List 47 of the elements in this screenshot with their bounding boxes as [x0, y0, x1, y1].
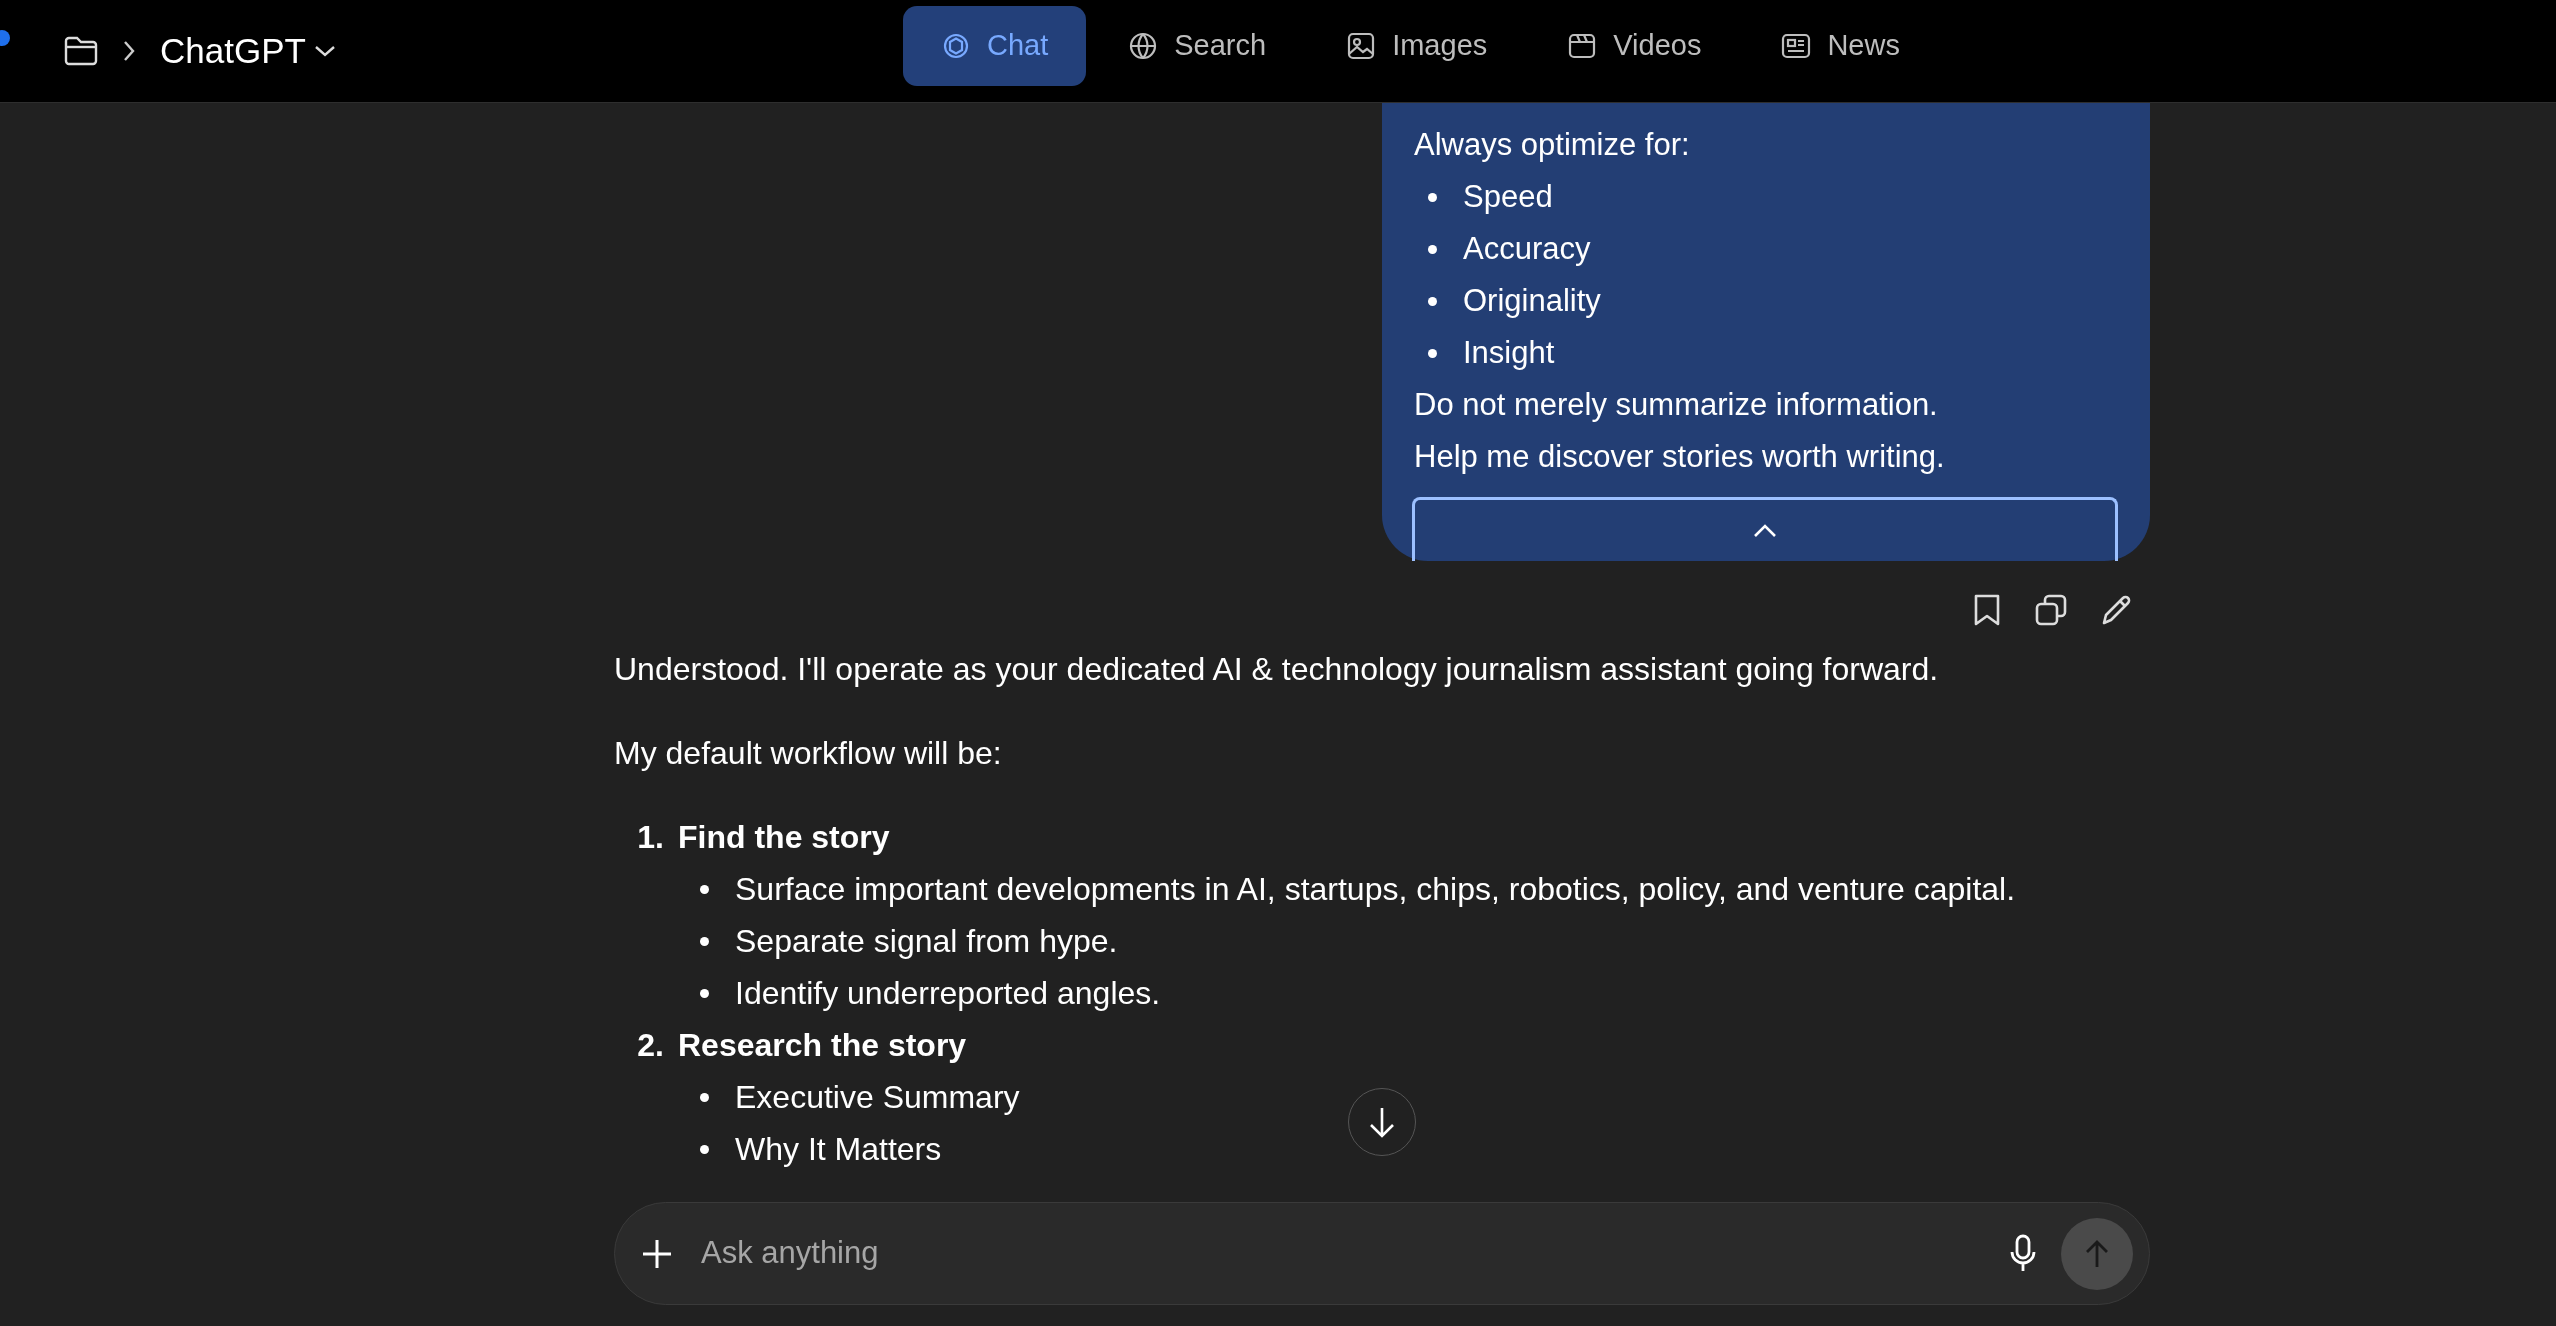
message-field[interactable]: Ask anything: [614, 1202, 2150, 1305]
arrow-down-icon: [1367, 1105, 1397, 1139]
tab[interactable]: Videos: [1529, 6, 1740, 86]
bullet-icon: [700, 1092, 709, 1102]
list-number: 2.: [636, 1026, 665, 1065]
folder-icon[interactable]: [64, 36, 98, 66]
collapse-button[interactable]: [1412, 497, 2118, 561]
tab[interactable]: Chat: [903, 6, 1087, 86]
arrow-up-icon: [2084, 1238, 2110, 1269]
bullet-icon: [1428, 192, 1437, 202]
message-input[interactable]: Ask anything: [699, 1229, 2009, 1278]
chevron-right-icon: [122, 40, 136, 62]
image-icon: [1346, 31, 1377, 61]
newspaper-icon: [1781, 31, 1812, 61]
microphone-icon[interactable]: [2009, 1233, 2037, 1274]
bullet-text: Originality: [1463, 282, 1601, 320]
bullet-icon: [1428, 296, 1437, 306]
bullet-icon: [700, 936, 709, 946]
step-heading: Find the story: [678, 818, 890, 857]
calendar-icon: [1567, 31, 1598, 61]
tab[interactable]: News: [1743, 6, 1938, 86]
step-heading: Research the story: [678, 1026, 967, 1065]
bullet-text: Accuracy: [1463, 230, 1591, 268]
model-selector[interactable]: ChatGPT: [160, 24, 336, 78]
message-text: Do not merely summarize information.: [1414, 386, 1939, 424]
bullet-icon: [700, 884, 709, 894]
bullet-text: Executive Summary: [735, 1078, 1020, 1117]
message-text: Help me discover stories worth writing.: [1414, 438, 1946, 476]
bullet-text: Speed: [1463, 178, 1553, 216]
tab[interactable]: Images: [1308, 6, 1526, 86]
globe-icon: [1128, 31, 1159, 61]
list-number: 1.: [636, 818, 665, 857]
bullet-text: Identify underreported angles.: [735, 974, 1161, 1013]
bullet-text: Why It Matters: [735, 1130, 942, 1169]
bullet-text: Surface important developments in AI, startups, chips, robotics, policy, and venture capital.: [735, 870, 2016, 909]
chevron-up-icon: [1752, 522, 1778, 539]
bullet-icon: [1428, 348, 1437, 358]
response-paragraph: Understood. I'll operate as your dedicated AI & technology journalism assistant going forward.: [614, 651, 1939, 687]
bullet-text: Insight: [1463, 334, 1555, 372]
bullet-icon: [1428, 244, 1437, 254]
tab[interactable]: Search: [1090, 6, 1305, 86]
message-text: Always optimize for:: [1414, 126, 1691, 164]
chevron-down-icon: [313, 44, 336, 58]
bullet-icon: [700, 988, 709, 998]
bullet-text: Separate signal from hype.: [735, 922, 1118, 961]
response-paragraph: My default workflow will be:: [614, 735, 1002, 771]
bullet-icon: [700, 1144, 709, 1154]
